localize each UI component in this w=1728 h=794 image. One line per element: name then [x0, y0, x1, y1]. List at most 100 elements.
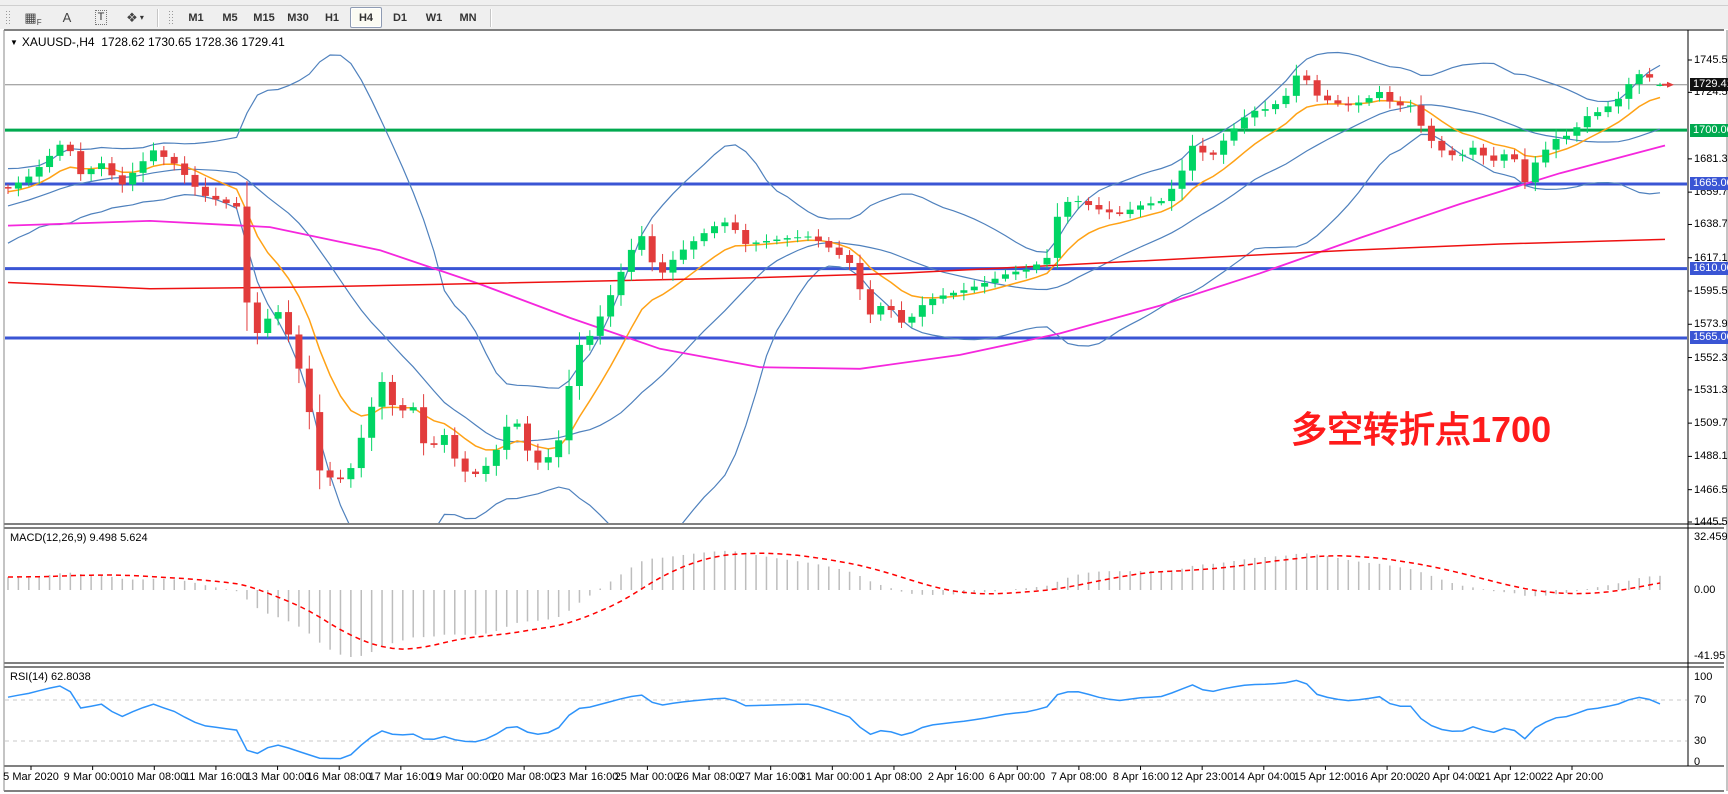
- candle-body: [150, 150, 157, 161]
- candle-body: [1314, 80, 1321, 95]
- candle-body: [1116, 212, 1123, 214]
- candle-body: [815, 237, 822, 241]
- candle-body: [514, 424, 521, 427]
- candle-body: [181, 163, 188, 174]
- candle-body: [846, 255, 853, 263]
- candle-body: [690, 241, 697, 249]
- time-axis-label: 6 Apr 00:00: [989, 771, 1045, 783]
- candle-body: [1262, 109, 1269, 111]
- candle-body: [108, 163, 115, 175]
- time-axis-label: 2 Apr 16:00: [928, 771, 984, 783]
- candle-body: [992, 279, 999, 283]
- candle-body: [1355, 103, 1362, 106]
- macd-axis-max: 32.459: [1694, 531, 1728, 543]
- price-axis-label: 1445.50: [1694, 516, 1728, 528]
- candle-body: [1293, 76, 1300, 96]
- time-axis-label: 5 Mar 2020: [3, 771, 59, 783]
- candle-body: [451, 435, 458, 459]
- candle-body: [202, 187, 209, 196]
- candle-body: [347, 468, 354, 479]
- candle-body: [160, 150, 167, 157]
- rsi-axis-label: 70: [1694, 694, 1706, 706]
- candle-body: [98, 163, 105, 169]
- level-price-badge: 1565.00: [1690, 331, 1728, 344]
- candle-body: [1469, 148, 1476, 155]
- candle-body: [1231, 128, 1238, 140]
- candle-body: [1553, 139, 1560, 150]
- candle-body: [1542, 150, 1549, 163]
- candle-body: [1438, 141, 1445, 151]
- candle-body: [1220, 141, 1227, 155]
- time-axis-label: 23 Mar 16:00: [554, 771, 619, 783]
- time-axis-label: 9 Mar 00:00: [64, 771, 123, 783]
- candle-body: [1418, 105, 1425, 125]
- macd-signal-line: [8, 553, 1660, 649]
- time-axis-label: 16 Apr 20:00: [1356, 771, 1418, 783]
- rsi-axis-label: 100: [1694, 671, 1712, 683]
- candle-body: [1064, 202, 1071, 217]
- candle-body: [794, 237, 801, 238]
- candle-body: [981, 283, 988, 287]
- candle-body: [77, 151, 84, 174]
- macd-axis-min: -41.95: [1694, 650, 1725, 662]
- candle-body: [1334, 100, 1341, 103]
- candle-body: [140, 161, 147, 173]
- chart-canvas[interactable]: [0, 0, 1728, 794]
- candle-body: [524, 424, 531, 451]
- candle-body: [295, 334, 302, 368]
- time-axis-label: 17 Mar 16:00: [369, 771, 434, 783]
- candle-body: [223, 199, 230, 203]
- candle-body: [56, 145, 63, 156]
- candle-body: [940, 295, 947, 298]
- candle-body: [462, 459, 469, 472]
- candle-body: [618, 272, 625, 295]
- time-axis-label: 12 Apr 23:00: [1171, 771, 1233, 783]
- candle-body: [1075, 201, 1082, 202]
- candle-body: [1054, 217, 1061, 258]
- candle-body: [888, 306, 895, 310]
- candle-body: [441, 435, 448, 445]
- candle-body: [836, 248, 843, 255]
- candle-body: [898, 310, 905, 323]
- candle-body: [1043, 258, 1050, 265]
- candle-body: [67, 145, 74, 151]
- candle-body: [555, 440, 562, 457]
- candle-body: [389, 382, 396, 405]
- candle-body: [472, 472, 479, 474]
- candle-body: [243, 207, 250, 303]
- macd-panel[interactable]: [8, 551, 1660, 657]
- candle-body: [129, 173, 136, 185]
- candle-body: [732, 222, 739, 230]
- candle-body: [1272, 104, 1279, 109]
- candle-body: [1023, 269, 1030, 271]
- candle-body: [1303, 76, 1310, 81]
- candle-body: [929, 299, 936, 305]
- chart-annotation-text[interactable]: 多空转折点1700: [1291, 401, 1551, 453]
- candle-body: [316, 412, 323, 470]
- rsi-axis-label: 0: [1694, 756, 1700, 768]
- candle-body: [88, 169, 95, 174]
- candle-body: [784, 238, 791, 239]
- title-dropdown-icon[interactable]: ▼: [10, 38, 18, 47]
- candle-body: [430, 443, 437, 445]
- candle-body: [908, 317, 915, 323]
- candle-body: [1511, 154, 1518, 159]
- price-axis-label: 1638.70: [1694, 218, 1728, 230]
- main-price-panel[interactable]: [5, 53, 1689, 551]
- candle-body: [399, 405, 406, 410]
- candle-body: [919, 305, 926, 317]
- candle-body: [586, 336, 593, 345]
- rsi-panel[interactable]: [5, 680, 1688, 758]
- candle-body: [545, 457, 552, 462]
- candle-body: [1594, 112, 1601, 116]
- candle-body: [1563, 136, 1570, 139]
- time-axis-label: 25 Mar 00:00: [615, 771, 680, 783]
- candle-body: [971, 287, 978, 291]
- candle-body: [825, 241, 832, 248]
- macd-label: MACD(12,26,9) 9.498 5.624: [10, 532, 148, 544]
- time-axis-label: 26 Mar 08:00: [677, 771, 742, 783]
- candle-body: [960, 290, 967, 293]
- time-axis-label: 22 Apr 20:00: [1541, 771, 1603, 783]
- candle-body: [1490, 155, 1497, 160]
- chart-title: ▼XAUUSD-,H4 1728.62 1730.65 1728.36 1729…: [10, 35, 285, 49]
